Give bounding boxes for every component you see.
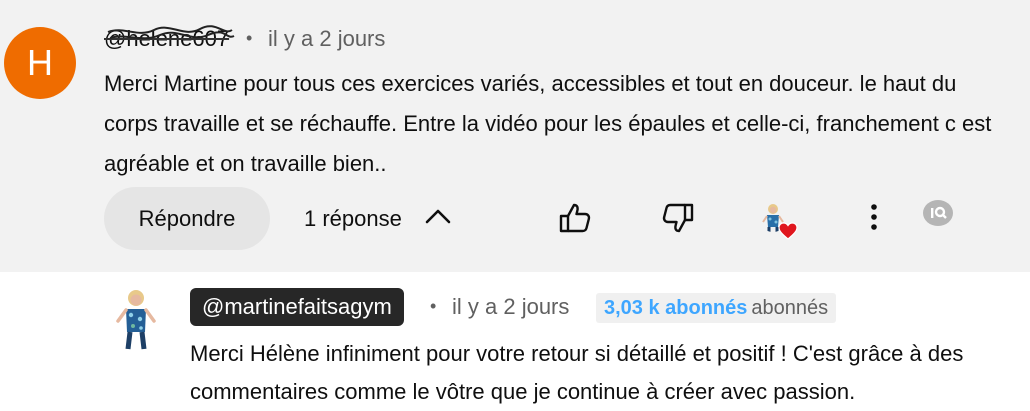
more-vert-icon bbox=[869, 203, 879, 236]
meta-separator: • bbox=[246, 28, 253, 48]
reply-author: @martinefaitsagym bbox=[202, 294, 392, 319]
comment-body: Merci Martine pour tous ces exercices va… bbox=[104, 71, 992, 176]
creator-heart-icon bbox=[778, 222, 798, 245]
reply-timestamp[interactable]: il y a 2 jours bbox=[452, 294, 569, 320]
comment-timestamp[interactable]: il y a 2 jours bbox=[268, 26, 385, 52]
replies-toggle[interactable]: 1 réponse bbox=[304, 187, 452, 250]
chevron-up-icon bbox=[424, 202, 452, 236]
reply-button-label: Répondre bbox=[138, 205, 236, 231]
comment-thread: H @helene607 • il y a 2 jours Merci Mart… bbox=[0, 0, 1030, 272]
more-actions-button[interactable] bbox=[860, 200, 888, 238]
dislike-icon bbox=[660, 200, 696, 241]
comment-author[interactable]: @helene607 bbox=[104, 26, 229, 52]
subscriber-count-badge: 3,03 k abonnés abonnés bbox=[596, 293, 837, 323]
avatar-letter: H bbox=[27, 42, 53, 83]
ai-badge-icon bbox=[922, 199, 954, 232]
reply-avatar[interactable] bbox=[112, 288, 160, 350]
creator-heart-badge[interactable] bbox=[758, 202, 798, 242]
subscriber-word: abonnés bbox=[751, 296, 829, 319]
reply-button[interactable]: Répondre bbox=[104, 187, 270, 250]
avatar[interactable]: H bbox=[4, 27, 76, 99]
reply-author-badge[interactable]: @martinefaitsagym bbox=[190, 288, 404, 326]
dislike-button[interactable] bbox=[656, 198, 700, 242]
ai-badge-button[interactable] bbox=[921, 199, 955, 232]
subscriber-count: 3,03 k abonnés bbox=[604, 296, 748, 319]
replies-count-label: 1 réponse bbox=[304, 205, 402, 231]
reply-meta-separator: • bbox=[430, 296, 437, 316]
reply-body: Merci Hélène infiniment pour votre retou… bbox=[190, 341, 964, 404]
like-icon bbox=[557, 200, 593, 241]
like-button[interactable] bbox=[553, 198, 597, 242]
